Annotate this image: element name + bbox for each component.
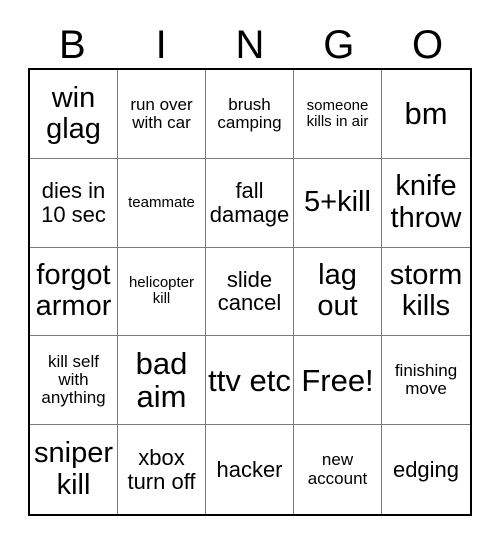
- bingo-cell-r3c5[interactable]: storm kills: [382, 248, 470, 337]
- bingo-cell-r4c3[interactable]: ttv etc: [206, 336, 294, 426]
- bingo-cell-label: lag out: [317, 259, 358, 323]
- bingo-cell-label: helicopter kill: [128, 274, 195, 308]
- bingo-cell-label: bad aim: [135, 345, 188, 415]
- bingo-cell-r4c5[interactable]: finishing move: [382, 336, 470, 426]
- bingo-cell-label: slide cancel: [217, 266, 282, 316]
- bingo-cell-label: ttv etc: [208, 362, 291, 398]
- bingo-cell-r2c2[interactable]: teammate: [118, 158, 206, 248]
- bingo-cell-label: brush camping: [217, 94, 282, 132]
- bingo-header-letter-g: G: [323, 23, 355, 67]
- bingo-cell-label: bm: [404, 96, 448, 132]
- bingo-cell-r3c3[interactable]: slide cancel: [206, 247, 294, 337]
- bingo-cell-r2c4[interactable]: 5+kill: [294, 158, 382, 248]
- bingo-cell-r1c1[interactable]: win glag: [30, 70, 118, 159]
- bingo-cell-r1c2[interactable]: run over with car: [118, 70, 206, 159]
- bingo-card: B I N G O win glag run over with car brush cam…: [0, 0, 500, 544]
- bingo-cell-r3c1[interactable]: forgot armor: [30, 247, 118, 337]
- bingo-cell-label: xbox turn off: [127, 444, 196, 494]
- bingo-cell-label: storm kills: [389, 259, 463, 323]
- bingo-cell-r4c2[interactable]: bad aim: [118, 336, 206, 426]
- bingo-cell-label: edging: [392, 456, 460, 482]
- bingo-cell-r2c5[interactable]: knife throw: [382, 159, 470, 248]
- bingo-cell-r1c3[interactable]: brush camping: [206, 70, 294, 159]
- bingo-cell-label: Free!: [301, 362, 374, 398]
- bingo-cell-r5c5[interactable]: edging: [382, 425, 470, 514]
- bingo-cell-label: someone kills in air: [306, 96, 369, 130]
- bingo-cell-r2c3[interactable]: fall damage: [206, 158, 294, 248]
- bingo-cell-label: kill self with anything: [41, 351, 106, 408]
- bingo-header-letter-o: O: [412, 23, 444, 67]
- bingo-cell-label: fall damage: [209, 177, 290, 227]
- bingo-cell-r1c4[interactable]: someone kills in air: [294, 70, 382, 159]
- bingo-cell-r5c1[interactable]: sniper kill: [30, 425, 118, 514]
- bingo-cell-r4c1[interactable]: kill self with anything: [30, 336, 118, 426]
- bingo-cell-label: knife throw: [390, 170, 462, 234]
- bingo-cell-label: 5+kill: [304, 186, 371, 219]
- bingo-cell-r3c4[interactable]: lag out: [294, 247, 382, 337]
- bingo-cell-r3c2[interactable]: helicopter kill: [118, 247, 206, 337]
- bingo-cell-r1c5[interactable]: bm: [382, 70, 470, 159]
- bingo-cell-label: finishing move: [394, 360, 458, 399]
- bingo-cell-r2c1[interactable]: dies in 10 sec: [30, 158, 118, 248]
- bingo-cell-label: run over with car: [130, 94, 193, 132]
- bingo-cell-r5c3[interactable]: hacker: [206, 425, 294, 514]
- bingo-cell-label: forgot armor: [35, 259, 112, 323]
- bingo-cell-r5c2[interactable]: xbox turn off: [118, 425, 206, 514]
- bingo-header: BINGO: [28, 22, 472, 68]
- bingo-cell-label: teammate: [128, 193, 195, 211]
- bingo-grid: win glag run over with car brush camping so…: [28, 68, 472, 516]
- bingo-cell-label: dies in 10 sec: [41, 177, 106, 227]
- bingo-cell-label: new account: [307, 450, 368, 488]
- bingo-header-letter-n: N: [235, 23, 265, 67]
- bingo-cell-label: hacker: [216, 456, 283, 482]
- bingo-cell-r4c4[interactable]: Free!: [294, 336, 382, 426]
- bingo-cell-label: sniper kill: [34, 437, 113, 501]
- bingo-cell-label: win glag: [46, 81, 101, 145]
- bingo-header-letter-i: I: [155, 23, 167, 67]
- bingo-header-letter-b: B: [59, 23, 86, 67]
- bingo-cell-r5c4[interactable]: new account: [294, 425, 382, 514]
